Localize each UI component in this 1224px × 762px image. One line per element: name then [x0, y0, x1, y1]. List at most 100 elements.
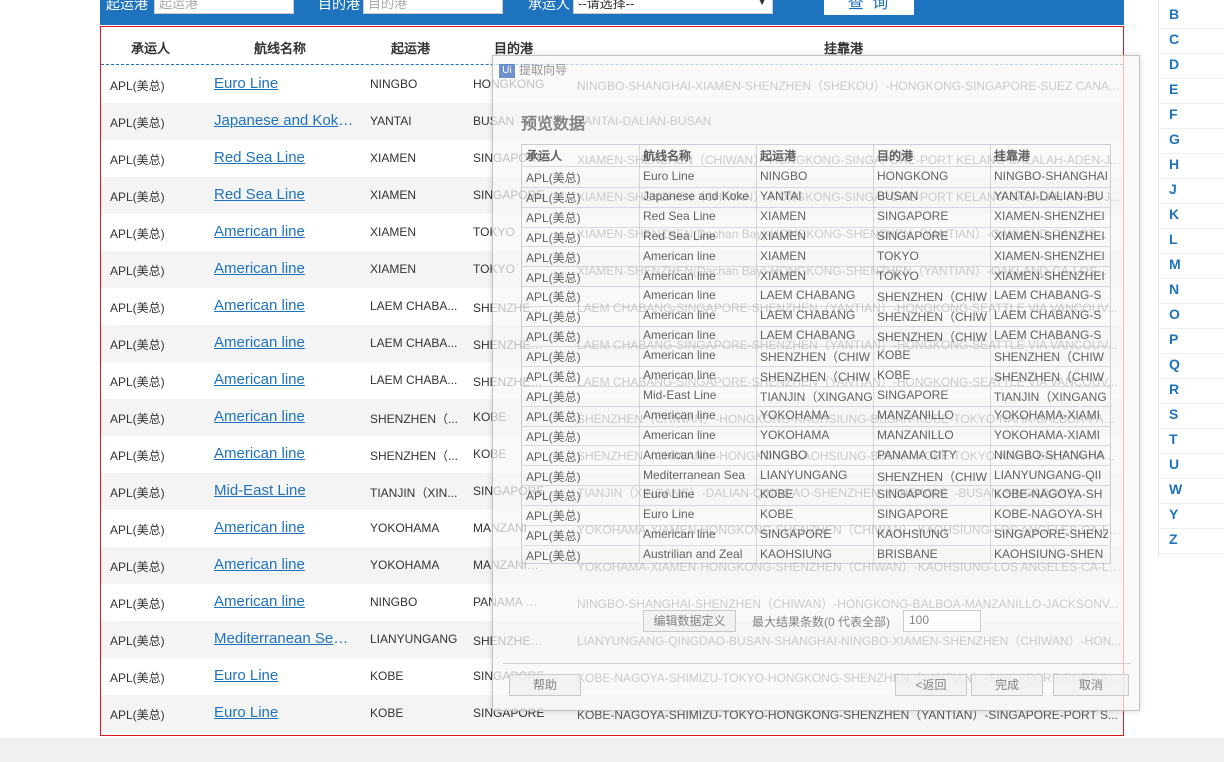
preview-row: APL(美总) American line LAEM CHABANG SHENZHEN… — [522, 326, 1110, 347]
alphabet-letter[interactable]: B — [1169, 6, 1179, 22]
route-link[interactable]: Red Sea Line — [214, 149, 356, 166]
alphabet-letter[interactable]: J — [1169, 181, 1177, 197]
preview-cell: APL(美总) — [526, 529, 581, 544]
preview-cell: TIANJIN（XINGANG — [994, 389, 1107, 404]
preview-cell: American line — [643, 248, 716, 263]
preview-cell: YANTAI — [760, 188, 802, 203]
preview-row: APL(美总) Red Sea Line XIAMEN SINGAPORE XIAMEN… — [522, 207, 1110, 228]
alphabet-letter[interactable]: F — [1169, 106, 1178, 122]
carrier-cell: APL(美总) — [110, 190, 165, 204]
route-link[interactable]: American line — [214, 519, 356, 536]
route-link[interactable]: American line — [214, 593, 356, 610]
horizontal-scrollbar[interactable] — [0, 738, 1224, 762]
alphabet-divider — [1159, 103, 1224, 104]
help-button[interactable]: 帮助 — [509, 674, 581, 696]
preview-cell: SHENZHEN（CHIW — [877, 469, 987, 484]
route-link[interactable]: American line — [214, 371, 356, 388]
alphabet-letter[interactable]: R — [1169, 381, 1179, 397]
route-link[interactable]: American line — [214, 556, 356, 573]
origin-cell: XIAMEN — [370, 225, 417, 239]
preview-cell: APL(美总) — [526, 310, 581, 325]
route-link[interactable]: Euro Line — [214, 667, 356, 684]
route-link[interactable]: Euro Line — [214, 75, 356, 92]
carrier-cell: APL(美总) — [110, 264, 165, 278]
origin-input[interactable]: 起运港 — [154, 0, 294, 14]
route-link[interactable]: American line — [214, 408, 356, 425]
preview-cell: SHENZHEN（CHIW — [877, 310, 987, 325]
preview-cell: Euro Line — [643, 487, 695, 502]
carrier-cell: APL(美总) — [110, 560, 165, 574]
alphabet-divider — [1159, 553, 1224, 554]
alphabet-letter[interactable]: W — [1169, 481, 1182, 497]
route-link[interactable]: Euro Line — [214, 704, 356, 721]
alphabet-letter[interactable]: K — [1169, 206, 1179, 222]
alphabet-letter[interactable]: E — [1169, 81, 1178, 97]
preview-cell: XIAMEN-SHENZHEI — [994, 228, 1105, 243]
alphabet-letter[interactable]: S — [1169, 406, 1178, 422]
preview-cell: SHENZHEN（CHIW — [760, 350, 870, 365]
route-link[interactable]: American line — [214, 223, 356, 240]
preview-cell: APL(美总) — [526, 190, 581, 205]
carrier-select[interactable]: --请选择-- ▼ — [573, 0, 773, 14]
alphabet-letter[interactable]: O — [1169, 306, 1180, 322]
preview-cell: NINGBO — [760, 447, 808, 462]
preview-cell: SHENZHEN（CHIW — [760, 370, 870, 384]
alphabet-letter[interactable]: M — [1169, 256, 1181, 272]
alphabet-letter[interactable]: U — [1169, 456, 1179, 472]
preview-cell: Euro Line — [643, 507, 695, 522]
alphabet-divider — [1159, 453, 1224, 454]
preview-cell: APL(美总) — [526, 290, 581, 305]
dest-input[interactable]: 目的港 — [363, 0, 503, 14]
route-link[interactable]: American line — [214, 260, 356, 277]
alphabet-letter[interactable]: Y — [1169, 506, 1178, 522]
preview-cell: YOKOHAMA-XIAMI — [994, 427, 1101, 442]
route-link[interactable]: American line — [214, 445, 356, 462]
route-link[interactable]: American line — [214, 334, 356, 351]
alphabet-letter[interactable]: N — [1169, 281, 1179, 297]
preview-cell: KAOHSIUNG — [760, 547, 833, 562]
preview-cell: KOBE-NAGOYA-SH — [994, 507, 1103, 522]
alphabet-letter[interactable]: D — [1169, 56, 1179, 72]
origin-cell: TIANJIN（XIN... — [370, 486, 458, 500]
alphabet-letter[interactable]: T — [1169, 431, 1178, 447]
alphabet-letter[interactable]: G — [1169, 131, 1180, 147]
preview-row: APL(美总) American line NINGBO PANAMA CITY NIN… — [522, 446, 1110, 467]
alphabet-letter[interactable]: P — [1169, 331, 1178, 347]
carrier-cell: APL(美总) — [110, 671, 165, 685]
preview-row: APL(美总) American line SINGAPORE KAOHSIUNG SI… — [522, 525, 1110, 546]
wizard-title: Ui 提取向导 — [499, 61, 567, 78]
route-link[interactable]: American line — [214, 297, 356, 314]
alphabet-letter[interactable]: H — [1169, 156, 1179, 172]
origin-cell: LAEM CHABA... — [370, 373, 458, 387]
carrier-select-value: --请选择-- — [578, 0, 635, 11]
preview-cell: YOKOHAMA — [760, 427, 830, 442]
route-link[interactable]: Japanese and Koke... — [214, 112, 356, 129]
back-button[interactable]: <返回 — [895, 674, 967, 696]
origin-cell: YOKOHAMA — [370, 521, 440, 535]
max-results-input[interactable]: 100 — [903, 610, 981, 632]
preview-cell: KOBE — [760, 487, 794, 502]
alphabet-divider — [1159, 478, 1224, 479]
route-link[interactable]: Mid-East Line — [214, 482, 356, 499]
preview-row: APL(美总) Mid-East Line TIANJIN（XINGANG SINGA… — [522, 386, 1110, 407]
preview-row: APL(美总) Mediterranean Sea LIANYUNGANG SHENZ… — [522, 466, 1110, 487]
preview-cell: LAEM CHABANG — [760, 288, 856, 303]
alphabet-divider — [1159, 503, 1224, 504]
cancel-button[interactable]: 取消 — [1053, 674, 1129, 696]
route-link[interactable]: Mediterranean Sea ... — [214, 630, 356, 647]
query-button[interactable]: 查 询 — [824, 0, 914, 15]
route-link[interactable]: Red Sea Line — [214, 186, 356, 203]
header-origin: 起运港 — [391, 41, 431, 56]
alphabet-letter[interactable]: C — [1169, 31, 1179, 47]
preview-cell: American line — [643, 288, 716, 303]
alphabet-divider — [1159, 228, 1224, 229]
alphabet-letter[interactable]: L — [1169, 231, 1178, 247]
preview-cell: LIANYUNGANG — [760, 467, 848, 482]
origin-cell: KOBE — [370, 706, 404, 720]
carrier-cell: APL(美总) — [110, 523, 165, 537]
edit-definition-button[interactable]: 编辑数据定义 — [643, 610, 736, 632]
finish-button[interactable]: 完成 — [971, 674, 1043, 696]
preview-cell: APL(美总) — [526, 171, 581, 185]
alphabet-letter[interactable]: Z — [1169, 531, 1178, 547]
alphabet-letter[interactable]: Q — [1169, 356, 1180, 372]
